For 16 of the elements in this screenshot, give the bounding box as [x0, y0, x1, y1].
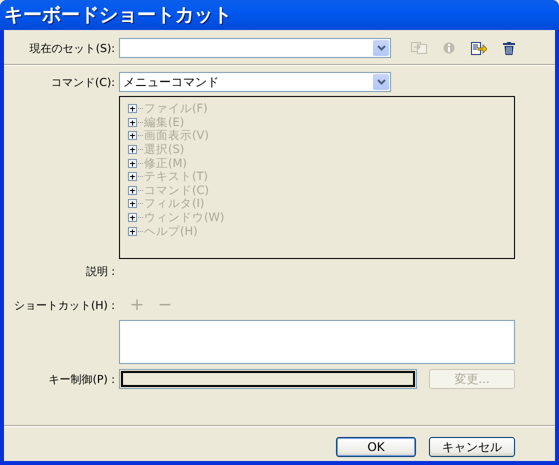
field-label: コマンド(C): — [50, 74, 116, 90]
set-dropdown[interactable] — [119, 38, 391, 58]
document-export-icon[interactable] — [471, 42, 487, 54]
key-input-field[interactable] — [119, 369, 417, 389]
chevron-down-icon — [376, 79, 386, 85]
trash-icon[interactable] — [503, 42, 515, 54]
ok-button[interactable]: OK — [336, 437, 416, 457]
field-label: キー制御(P) : — [48, 372, 116, 386]
chevron-down-icon — [376, 45, 386, 51]
shortcut-list[interactable] — [119, 320, 515, 364]
field-label: ショートカット(H) : — [12, 298, 116, 312]
cancel-button[interactable]: キャンセル — [429, 437, 515, 457]
command-dropdown[interactable]: メニューコマンド — [119, 72, 391, 92]
field-label: 現在のセット(S): — [28, 40, 116, 56]
field-label: 説明 : — [84, 264, 116, 279]
window-title: キーボードショートカット — [4, 3, 232, 28]
